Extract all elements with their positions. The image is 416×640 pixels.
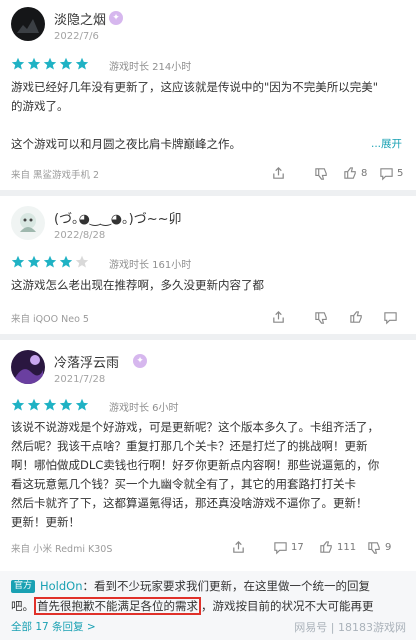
like-button[interactable] (349, 310, 364, 325)
share-button[interactable] (271, 310, 286, 325)
comment-icon (274, 542, 287, 555)
star-icon (59, 398, 73, 411)
share-icon (273, 311, 284, 323)
review-text-line: 游戏已经好几年没有更新了，这应该就是传说中的"因为不完美所以完美" (11, 80, 379, 94)
avatar[interactable] (11, 350, 45, 384)
star-icon (11, 398, 25, 411)
official-text-3: ，游戏按目前的状况不大可能再更 (201, 599, 374, 613)
dislike-button[interactable] (314, 166, 329, 181)
star-icon (27, 255, 41, 268)
avatar[interactable] (11, 7, 45, 41)
comment-count: 17 (291, 542, 304, 553)
all-replies-link[interactable]: 全部 17 条回复 > (11, 619, 96, 634)
review-card: 淡隐之烟 ✦ 2022/7/6 游戏时长 214小时 游戏已经好几年没有更新了，… (0, 0, 416, 190)
review-footer: 来自 黑鲨游戏手机 2 8 5 (11, 166, 405, 182)
comment-button[interactable] (383, 310, 398, 325)
device-label: 来自 iQOO Neo 5 (11, 314, 89, 325)
star-icon (43, 255, 57, 268)
like-button[interactable]: 8 (343, 166, 367, 181)
review-text-line: 啊！哪怕做成DLC卖钱也行啊！好歹你更新点内容啊！那些说逼氪的，你 (11, 458, 380, 472)
star-icon (75, 57, 89, 70)
expand-link[interactable]: ...展开 (371, 136, 402, 151)
device-label: 来自 小米 Redmi K30S (11, 544, 113, 555)
device-label: 来自 黑鲨游戏手机 2 (11, 170, 100, 181)
username[interactable]: 冷落浮云雨 (54, 352, 119, 371)
star-icon (27, 398, 41, 411)
review-text-line: 的游戏了。 (11, 99, 69, 113)
star-icon (43, 57, 57, 70)
star-icon (59, 255, 73, 268)
review-date: 2022/8/28 (54, 230, 106, 241)
review-date: 2021/7/28 (54, 374, 106, 385)
official-text-2: 吧。 (11, 599, 34, 613)
star-icon (11, 255, 25, 268)
rating-stars (11, 57, 89, 71)
username[interactable]: 淡隐之烟 (54, 9, 106, 28)
dislike-button[interactable]: 9 (367, 540, 391, 555)
star-icon (75, 255, 89, 268)
review-text-line (11, 116, 403, 135)
review-text: 这游戏怎么老出现在推荐啊，多久没更新内容了都 (11, 276, 403, 295)
review-text-line: 这游戏怎么老出现在推荐啊，多久没更新内容了都 (11, 278, 264, 292)
thumbs-up-icon (350, 311, 362, 323)
like-button[interactable]: 111 (319, 540, 356, 555)
like-count: 111 (337, 542, 357, 553)
share-button[interactable] (271, 166, 286, 181)
playtime: 游戏时长 161小时 (109, 260, 192, 271)
user-badge-icon: ✦ (109, 11, 123, 25)
watermark: 网易号 | 18183游戏网 (294, 621, 406, 634)
dislike-button[interactable] (314, 310, 329, 325)
thumbs-down-icon (315, 168, 327, 180)
dislike-count: 9 (385, 542, 392, 553)
comment-button[interactable]: 5 (379, 166, 403, 181)
comment-icon (384, 312, 397, 325)
star-icon (75, 398, 89, 411)
share-icon (273, 167, 284, 179)
official-reply: 官方 HoldOn：看到不少玩家要求我们更新，在这里做一个统一的回复 吧。 首先很… (0, 571, 416, 640)
username[interactable]: (づ｡◕‿‿◕｡)づ~~卯 (54, 208, 182, 227)
official-reply-line1: HoldOn：看到不少玩家要求我们更新，在这里做一个统一的回复 (40, 578, 370, 594)
comment-icon (380, 168, 393, 181)
user-badge-icon: ✦ (133, 354, 147, 368)
review-text-line: 这个游戏可以和月圆之夜比肩卡牌巅峰之作。 (11, 137, 241, 151)
review-text-line: 然后呢？我该干点啥？重复打那几个关卡？还是打烂了的挑战啊！更新 (11, 439, 368, 453)
review-footer: 来自 小米 Redmi K30S 17 111 9 (11, 540, 405, 556)
thumbs-down-icon (315, 312, 327, 324)
rating-stars (11, 255, 89, 269)
highlighted-text: 首先很抱歉不能满足各位的需求 (34, 597, 201, 615)
review-text-line: 看这玩意氪几个钱？买一个九幽令就全有了，其它的用套路打打关卡 (11, 477, 356, 491)
thumbs-up-icon (320, 541, 332, 553)
review-text: 游戏已经好几年没有更新了，这应该就是传说中的"因为不完美所以完美" 的游戏了。这个… (11, 78, 403, 154)
review-card: (づ｡◕‿‿◕｡)づ~~卯 2022/8/28 游戏时长 161小时 这游戏怎么… (0, 196, 416, 334)
star-icon (11, 57, 25, 70)
thumbs-down-icon (368, 542, 380, 554)
comment-count: 5 (397, 168, 404, 179)
playtime: 游戏时长 6小时 (109, 403, 179, 414)
review-footer: 来自 iQOO Neo 5 (11, 310, 405, 326)
official-author[interactable]: HoldOn (40, 579, 83, 593)
star-icon (59, 57, 73, 70)
official-tag: 官方 (11, 580, 36, 593)
review-text-line: 更新！更新！ (11, 515, 80, 529)
review-text-line: 该说不说游戏是个好游戏，可是更新呢？这个版本多久了。卡组齐活了， (11, 420, 379, 434)
review-date: 2022/7/6 (54, 31, 99, 42)
share-icon (233, 541, 244, 553)
star-icon (27, 57, 41, 70)
star-icon (43, 398, 57, 411)
share-button[interactable] (231, 540, 246, 555)
thumbs-up-icon (344, 167, 356, 179)
avatar[interactable] (11, 206, 45, 240)
like-count: 8 (361, 168, 368, 179)
playtime: 游戏时长 214小时 (109, 62, 192, 73)
review-text-line: 然后卡就齐了下，这都算逼氪得话，那还真没啥游戏不逼你了。更新！ (11, 496, 368, 510)
official-reply-line2: 吧。 首先很抱歉不能满足各位的需求 ，游戏按目前的状况不大可能再更 (11, 597, 374, 615)
review-text: 该说不说游戏是个好游戏，可是更新呢？这个版本多久了。卡组齐活了， 然后呢？我该干点… (11, 418, 403, 532)
review-card: 冷落浮云雨 ✦ 2021/7/28 游戏时长 6小时 该说不说游戏是个好游戏，可… (0, 340, 416, 571)
comment-button[interactable]: 17 (273, 540, 304, 555)
rating-stars (11, 398, 89, 412)
official-text-1: ：看到不少玩家要求我们更新，在这里做一个统一的回复 (82, 579, 371, 593)
